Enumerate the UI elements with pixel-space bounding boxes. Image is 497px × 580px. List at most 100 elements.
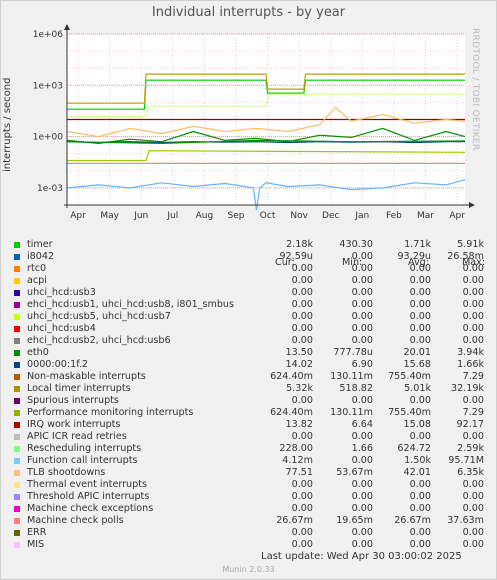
y-tick-label: 1e-03 — [37, 184, 63, 194]
legend-swatch — [14, 458, 20, 464]
legend-value-max: 0.00 — [462, 263, 484, 274]
legend-swatch — [14, 482, 20, 488]
legend-value-max: 0.00 — [462, 479, 484, 490]
legend-value-max: 7.29 — [462, 371, 484, 382]
legend-label: acpi — [27, 275, 47, 286]
legend-label: IRQ work interrupts — [27, 419, 121, 430]
x-tick-label: Apr — [449, 211, 465, 221]
legend-swatch — [14, 266, 20, 272]
last-update-text: Last update: Wed Apr 30 03:00:02 2025 — [261, 551, 462, 562]
x-tick-label: Jan — [354, 211, 369, 221]
legend-label: Machine check exceptions — [27, 503, 154, 514]
legend-label: Rescheduling interrupts — [27, 443, 142, 454]
legend-label: Spurious interrupts — [27, 395, 119, 406]
legend-value-max: 2.59k — [457, 443, 484, 454]
x-tick-label: Mar — [417, 211, 434, 221]
legend-value-max: 0.00 — [462, 299, 484, 310]
legend-label: Machine check polls — [27, 515, 124, 526]
legend-value-max: 95.71M — [448, 455, 484, 466]
legend-value-max: 0.00 — [462, 323, 484, 334]
legend-label: Threshold APIC interrupts — [27, 491, 150, 502]
legend-swatch — [14, 254, 20, 260]
legend-swatch — [14, 350, 20, 356]
legend-swatch — [14, 542, 20, 548]
legend-swatch — [14, 506, 20, 512]
x-tick-label: Aug — [196, 211, 214, 221]
legend-value-max: 0.00 — [462, 527, 484, 538]
legend-label: ehci_hcd:usb1, uhci_hcd:usb8, i801_smbus — [27, 299, 235, 310]
legend-value-max: 37.63m — [447, 515, 484, 526]
x-axis-arrow — [469, 202, 475, 208]
legend-label: i8042 — [27, 251, 55, 262]
legend-swatch — [14, 362, 20, 368]
y-axis-arrow — [64, 24, 70, 30]
legend-swatch — [14, 434, 20, 440]
x-tick-label: Jul — [166, 211, 178, 221]
legend-swatch — [14, 326, 20, 332]
legend-value-max: 6.35k — [457, 467, 484, 478]
legend-swatch — [14, 530, 20, 536]
legend-value-max: 92.17 — [456, 419, 484, 430]
legend-value-max: 32.19k — [450, 383, 484, 394]
x-tick-label: Jun — [133, 211, 148, 221]
legend-swatch — [14, 446, 20, 452]
legend-swatch — [14, 470, 20, 476]
legend-label: Non-maskable interrupts — [27, 371, 146, 382]
legend-swatch — [14, 302, 20, 308]
legend-label: APIC ICR read retries — [27, 431, 127, 442]
legend-swatch — [14, 422, 20, 428]
legend-label: ERR — [27, 527, 47, 538]
legend-label: ehci_hcd:usb2, uhci_hcd:usb6 — [27, 335, 171, 346]
legend-value-max: 1.66k — [457, 359, 484, 370]
munin-version: Munin 2.0.33 — [222, 565, 275, 574]
legend-label: uhci_hcd:usb5, uhci_hcd:usb7 — [27, 311, 171, 322]
legend-value-max: 0.00 — [462, 503, 484, 514]
legend-label: Function call interrupts — [27, 455, 138, 466]
x-tick-label: Apr — [70, 211, 86, 221]
legend-swatch — [14, 242, 20, 248]
legend-value-max: 0.00 — [462, 275, 484, 286]
y-tick-label: 1e+00 — [33, 133, 64, 143]
legend-swatch — [14, 314, 20, 320]
legend-label: Thermal event interrupts — [27, 479, 147, 490]
legend-value-max: 0.00 — [462, 491, 484, 502]
legend-label: MIS — [27, 539, 45, 550]
legend-value-max: 0.00 — [462, 539, 484, 550]
y-tick-label: 1e+03 — [33, 81, 63, 91]
legend-swatch — [14, 338, 20, 344]
legend-value-max: 3.94k — [457, 347, 484, 358]
legend-value-max: 0.00 — [462, 395, 484, 406]
legend-label: eth0 — [27, 347, 49, 358]
legend-swatch — [14, 518, 20, 524]
legend-value-max: 7.29 — [462, 407, 484, 418]
legend-swatch — [14, 398, 20, 404]
x-tick-label: Oct — [260, 211, 276, 221]
legend-swatch — [14, 386, 20, 392]
legend-value-max: 26.58m — [447, 251, 484, 262]
legend-value-max: 0.00 — [462, 335, 484, 346]
legend-label: uhci_hcd:usb3 — [27, 287, 96, 298]
x-tick-label: Feb — [386, 211, 402, 221]
legend-swatch — [14, 494, 20, 500]
y-tick-label: 1e+06 — [33, 30, 64, 40]
legend-label: rtc0 — [27, 263, 47, 274]
legend-label: timer — [27, 239, 53, 250]
legend-value-max: 5.91k — [457, 239, 484, 250]
plot-area: 1e+06 1e+03 1e+00 1e-03 Apr May Jun Jul Aug Sep Oc… — [33, 24, 475, 221]
legend-value-max: 0.00 — [462, 311, 484, 322]
legend-label: Performance monitoring interrupts — [27, 407, 194, 418]
legend-swatch — [14, 278, 20, 284]
legend-label: Local timer interrupts — [27, 383, 131, 394]
legend-label: uhci_hcd:usb4 — [27, 323, 96, 334]
legend-label: TLB shootdowns — [27, 467, 106, 478]
x-tick-label: Nov — [290, 211, 308, 221]
legend-value-max: 0.00 — [462, 287, 484, 298]
legend-value-max: 0.00 — [462, 431, 484, 442]
legend-swatch — [14, 410, 20, 416]
legend-label: 0000:00:1f.2 — [27, 359, 89, 370]
x-tick-label: Dec — [322, 211, 339, 221]
legend-swatch — [14, 374, 20, 380]
x-tick-label: May — [100, 211, 119, 221]
legend-swatch — [14, 290, 20, 296]
x-tick-label: Sep — [228, 211, 245, 221]
